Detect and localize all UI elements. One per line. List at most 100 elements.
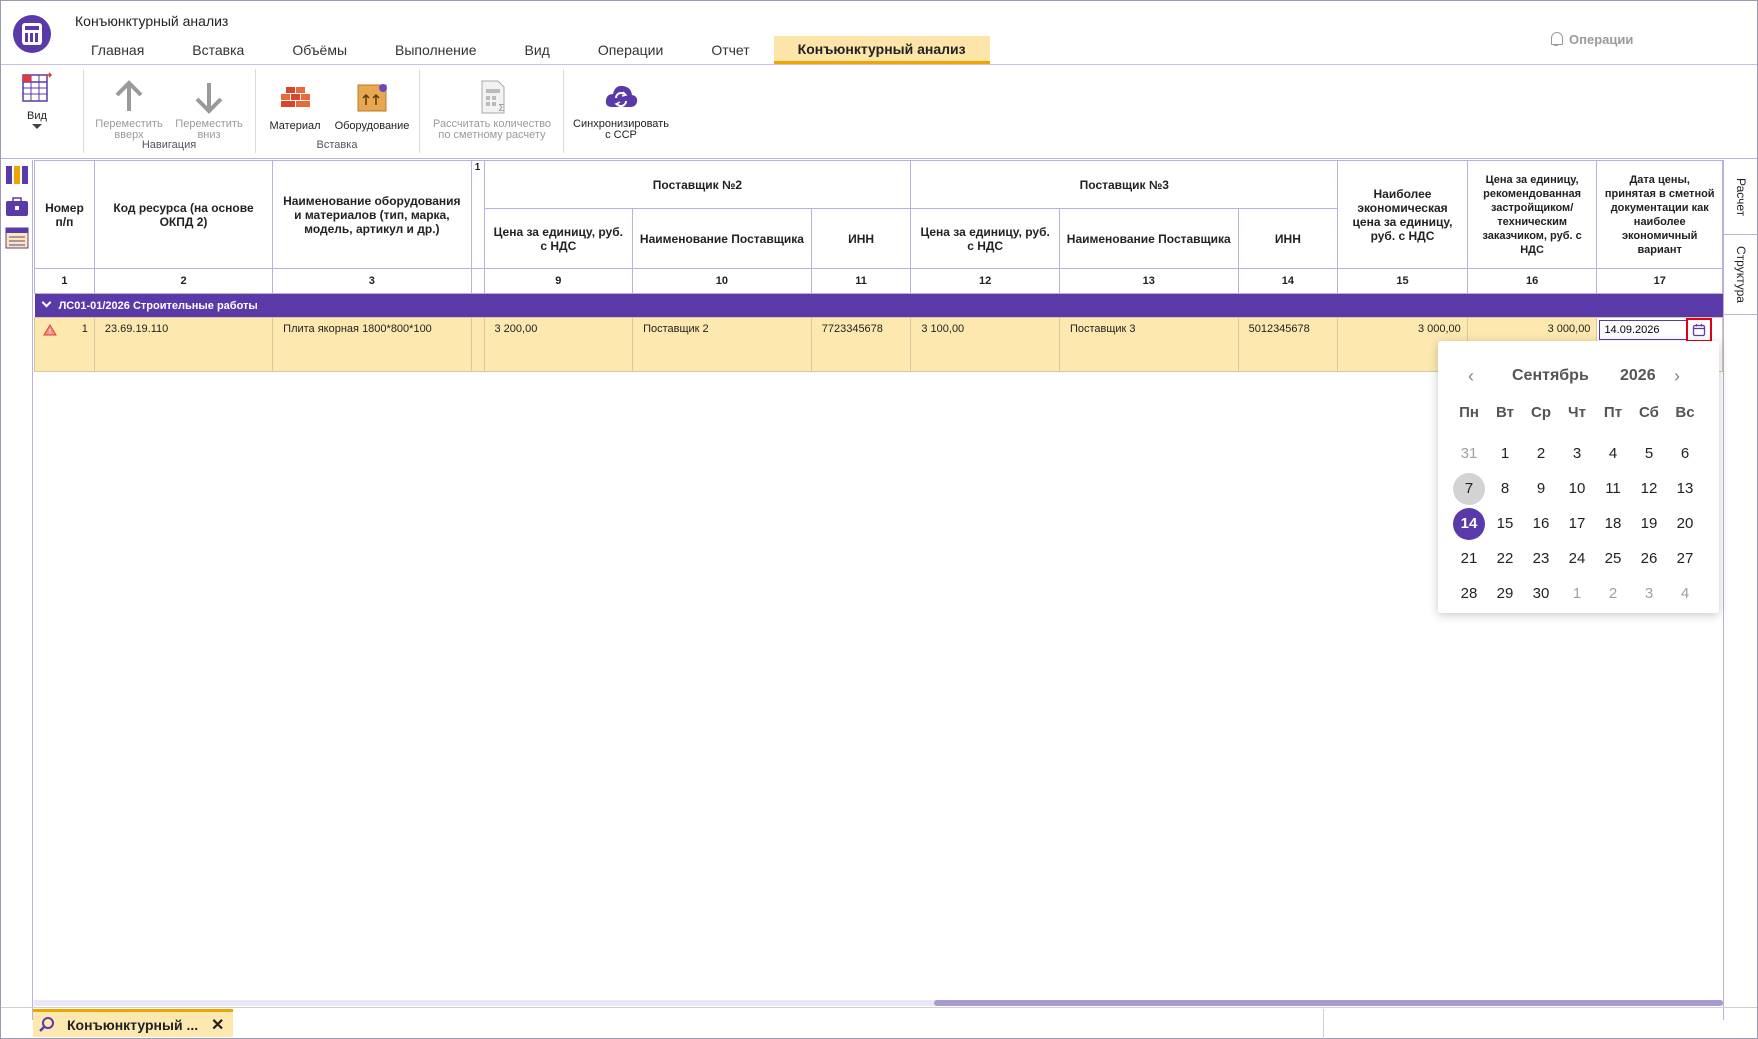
tab-volumes[interactable]: Объёмы bbox=[268, 36, 371, 64]
calendar-day[interactable]: 19 bbox=[1633, 508, 1665, 540]
calendar-day[interactable]: 23 bbox=[1525, 543, 1557, 575]
calendar-day[interactable]: 1 bbox=[1489, 438, 1521, 470]
calendar-day[interactable]: 2 bbox=[1597, 578, 1629, 610]
tab-insert[interactable]: Вставка bbox=[168, 36, 268, 64]
calendar-day[interactable]: 12 bbox=[1633, 473, 1665, 505]
col-number bbox=[470, 268, 485, 294]
view-button[interactable]: Вид bbox=[15, 71, 59, 129]
col-header-name[interactable]: Наименование оборудования и материалов (… bbox=[272, 160, 472, 269]
calendar-day[interactable]: 9 bbox=[1525, 473, 1557, 505]
col-header-supplier3[interactable]: Поставщик №3 bbox=[910, 160, 1339, 209]
col-header-collapsed[interactable]: 1 bbox=[470, 160, 485, 269]
calendar-day[interactable]: 4 bbox=[1669, 578, 1701, 610]
calendar-day[interactable]: 5 bbox=[1633, 438, 1665, 470]
cell-code[interactable]: 23.69.19.110 bbox=[93, 317, 274, 372]
calendar-day[interactable]: 1 bbox=[1561, 578, 1593, 610]
cell-name[interactable]: Плита якорная 1800*800*100 bbox=[272, 317, 472, 372]
document-tab[interactable]: Конъюнктурный ... ✕ bbox=[33, 1009, 233, 1037]
calendar-day[interactable]: 2 bbox=[1525, 438, 1557, 470]
col-header-code[interactable]: Код ресурса (на основе ОКПД 2) bbox=[93, 160, 274, 269]
tab-structure-side[interactable]: Структура bbox=[1724, 235, 1758, 315]
calendar-month[interactable]: Сентябрь bbox=[1512, 367, 1589, 385]
tab-operations[interactable]: Операции bbox=[574, 36, 688, 64]
col-number: 14 bbox=[1237, 268, 1339, 294]
col-header-price3[interactable]: Цена за единицу, руб. с НДС bbox=[910, 208, 1060, 269]
sync-ssr-button[interactable]: Синхронизировать с ССР bbox=[571, 79, 671, 141]
calendar-day[interactable]: 17 bbox=[1561, 508, 1593, 540]
tab-home[interactable]: Главная bbox=[67, 36, 168, 64]
tab-view[interactable]: Вид bbox=[501, 36, 574, 64]
close-icon[interactable]: ✕ bbox=[211, 1015, 224, 1035]
move-down-button[interactable]: Переместить вниз bbox=[171, 79, 247, 141]
group-row-header[interactable]: ЛС01-01/2026 Строительные работы bbox=[34, 293, 1723, 318]
cell-num[interactable]: ! 1 bbox=[34, 317, 95, 372]
calendar-button[interactable] bbox=[1686, 318, 1712, 342]
calendar-day[interactable]: 30 bbox=[1525, 578, 1557, 610]
calendar-day[interactable]: 15 bbox=[1489, 508, 1521, 540]
calendar-day[interactable]: 11 bbox=[1597, 473, 1629, 505]
col-header-date[interactable]: Дата цены, принятая в сметной документац… bbox=[1596, 160, 1723, 269]
col-header-best-price[interactable]: Наиболее экономическая цена за единицу, … bbox=[1337, 160, 1468, 269]
calendar-day[interactable]: 29 bbox=[1489, 578, 1521, 610]
calendar-day[interactable]: 3 bbox=[1561, 438, 1593, 470]
col-header-price2[interactable]: Цена за единицу, руб. с НДС bbox=[483, 208, 634, 269]
cell-inn3[interactable]: 5012345678 bbox=[1237, 317, 1339, 372]
calendar-day[interactable]: 22 bbox=[1489, 543, 1521, 575]
cell-inn2[interactable]: 7723345678 bbox=[810, 317, 912, 372]
calendar-day[interactable]: 25 bbox=[1597, 543, 1629, 575]
col-header-supplier-name2[interactable]: Наименование Поставщика bbox=[632, 208, 812, 269]
chevron-down-icon[interactable] bbox=[41, 297, 51, 308]
cell-price3[interactable]: 3 100,00 bbox=[910, 317, 1060, 372]
app-logo-icon[interactable] bbox=[13, 15, 51, 53]
weekday-label: Пт bbox=[1603, 404, 1623, 421]
calendar-day[interactable]: 16 bbox=[1525, 508, 1557, 540]
columns-icon[interactable] bbox=[5, 165, 29, 185]
calendar-day[interactable]: 8 bbox=[1489, 473, 1521, 505]
calendar-cell: 11 bbox=[1595, 473, 1631, 508]
calendar-day[interactable]: 27 bbox=[1669, 543, 1701, 575]
tab-market-analysis[interactable]: Конъюнктурный анализ bbox=[773, 36, 990, 64]
calendar-day[interactable]: 6 bbox=[1669, 438, 1701, 470]
cell-price2[interactable]: 3 200,00 bbox=[483, 317, 634, 372]
calendar-day[interactable]: 28 bbox=[1453, 578, 1485, 610]
cell-supplier3[interactable]: Поставщик 3 bbox=[1058, 317, 1239, 372]
horizontal-scrollbar-thumb[interactable] bbox=[934, 1000, 1723, 1006]
cell-supplier2[interactable]: Поставщик 2 bbox=[632, 317, 812, 372]
col-header-inn2[interactable]: ИНН bbox=[810, 208, 912, 269]
col-header-inn3[interactable]: ИНН bbox=[1237, 208, 1339, 269]
next-month-button[interactable]: › bbox=[1674, 367, 1680, 385]
operations-button[interactable]: Операции bbox=[1549, 31, 1633, 47]
calendar-day-selected[interactable]: 14 bbox=[1453, 508, 1485, 540]
calendar-day[interactable]: 31 bbox=[1453, 438, 1485, 470]
calendar-day[interactable]: 26 bbox=[1633, 543, 1665, 575]
tab-report[interactable]: Отчет bbox=[687, 36, 773, 64]
prev-month-button[interactable]: ‹ bbox=[1468, 367, 1474, 385]
material-button[interactable]: Материал bbox=[263, 81, 327, 132]
tab-calc-side[interactable]: Расчет bbox=[1724, 160, 1758, 235]
col-header-num[interactable]: Номер п/п bbox=[34, 160, 95, 269]
calendar-year[interactable]: 2026 bbox=[1620, 367, 1656, 385]
equipment-button[interactable]: Оборудование bbox=[333, 81, 411, 132]
briefcase-icon[interactable] bbox=[5, 197, 29, 217]
calendar-day[interactable]: 18 bbox=[1597, 508, 1629, 540]
calendar-day[interactable]: 4 bbox=[1597, 438, 1629, 470]
calendar-day[interactable]: 3 bbox=[1633, 578, 1665, 610]
table-list-icon[interactable] bbox=[5, 227, 29, 249]
calendar-day[interactable]: 10 bbox=[1561, 473, 1593, 505]
calendar-cell: 31 bbox=[1451, 438, 1487, 473]
move-up-button[interactable]: Переместить вверх bbox=[91, 79, 167, 141]
col-header-recommended[interactable]: Цена за единицу, рекомендованная застрой… bbox=[1466, 160, 1598, 269]
cell-collapsed[interactable] bbox=[470, 317, 485, 372]
calendar-day[interactable]: 20 bbox=[1669, 508, 1701, 540]
calendar-day[interactable]: 24 bbox=[1561, 543, 1593, 575]
calendar-day[interactable]: 21 bbox=[1453, 543, 1485, 575]
calendar-day-today[interactable]: 7 bbox=[1453, 473, 1485, 505]
calc-quantity-button[interactable]: Σ Рассчитать количество по сметному расч… bbox=[427, 79, 557, 141]
date-input[interactable] bbox=[1599, 320, 1692, 340]
col-number: 1 bbox=[34, 268, 95, 294]
col-header-supplier-name3[interactable]: Наименование Поставщика bbox=[1058, 208, 1239, 269]
tab-execution[interactable]: Выполнение bbox=[371, 36, 500, 64]
calendar-day[interactable]: 13 bbox=[1669, 473, 1701, 505]
sync-label-2: с ССР bbox=[605, 129, 637, 141]
col-header-supplier2[interactable]: Поставщик №2 bbox=[483, 160, 912, 209]
